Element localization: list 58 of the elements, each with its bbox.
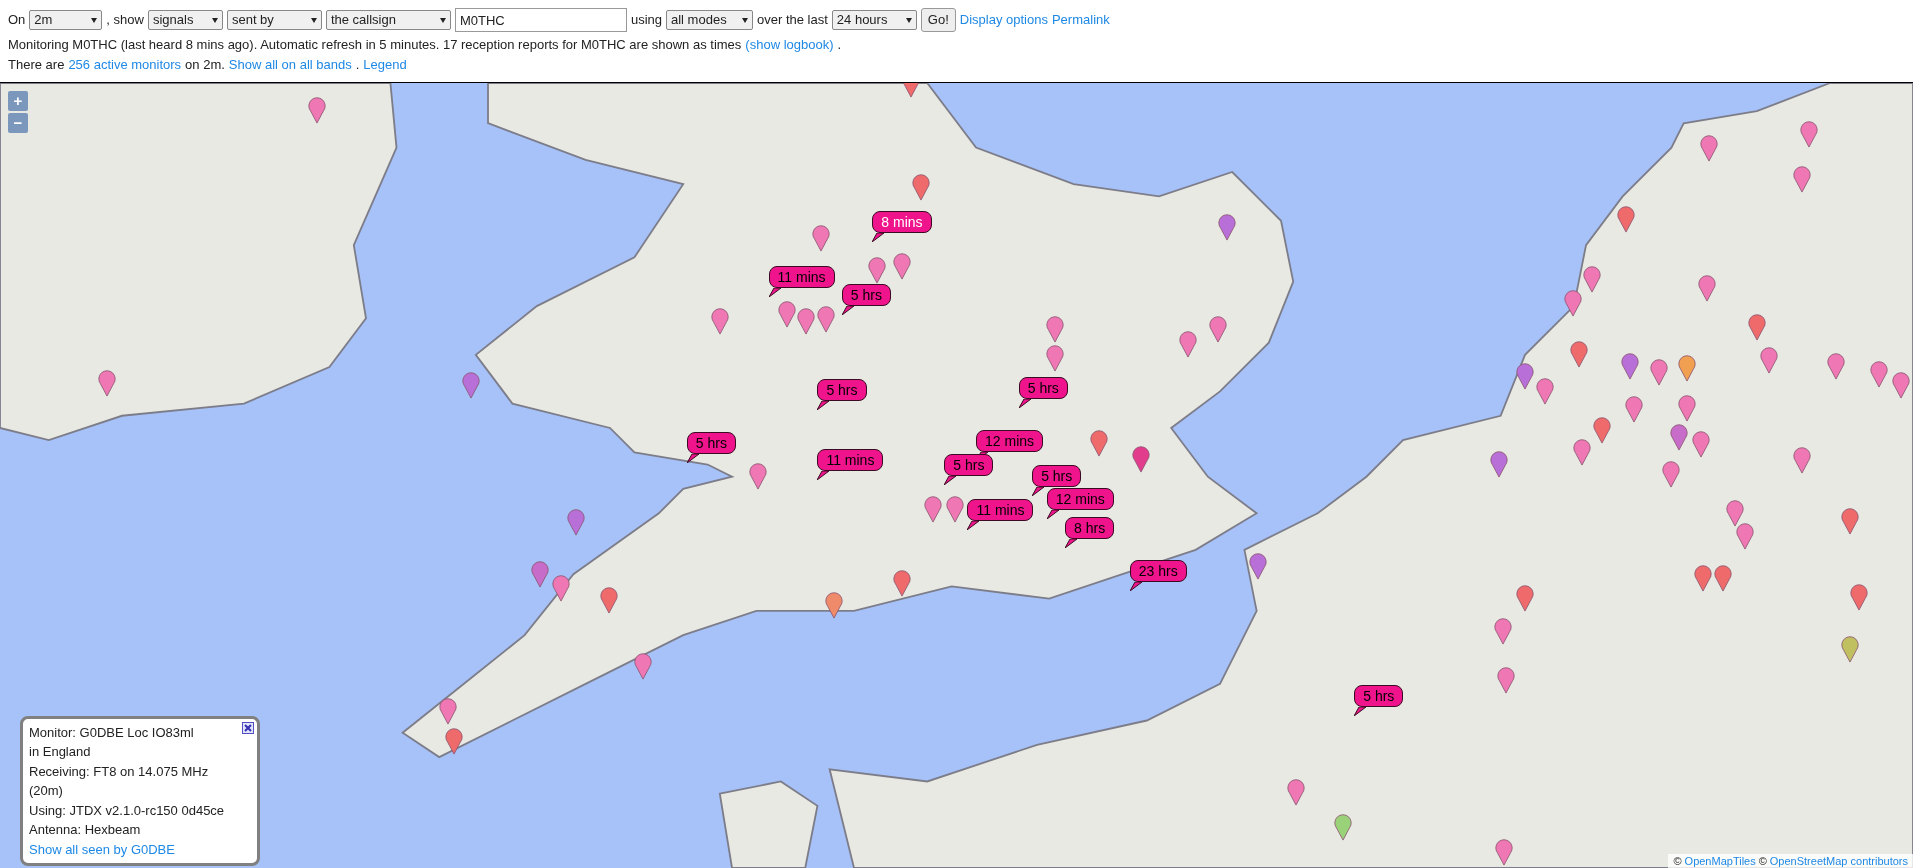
map-drawing[interactable] [0,83,1913,868]
dropdown[interactable]: sent by [226,10,322,30]
close-icon[interactable] [242,721,254,734]
dropdown-caret-icon [91,17,98,23]
toolbar-label: , show [106,11,144,30]
label-pointer-icon [967,520,980,530]
label-pointer-icon [841,306,854,316]
label-pointer-icon [768,287,781,297]
status-text: There are [8,57,65,72]
label-pointer-icon [686,453,699,463]
label-pointer-icon [1018,398,1031,408]
attribution-text: © [1673,854,1682,868]
attribution-text: © [1758,854,1767,868]
dropdown-caret-icon [211,17,218,23]
dropdown[interactable]: all modes [666,10,753,30]
toolbar-label: over the last [757,11,828,30]
zoom-out-button[interactable]: − [8,113,28,133]
dropdown-caret-icon [905,17,912,23]
dropdown-caret-icon [310,17,317,23]
link[interactable]: (show logbook) [745,37,834,52]
link[interactable]: Show all on all bands [228,57,352,72]
toolbar-link[interactable]: Display options [959,10,1048,30]
label-pointer-icon [1046,509,1059,519]
popup-text: Receiving: FT8 on 14.075 MHz (20m) [29,762,210,800]
dropdown-caret-icon [439,17,446,23]
label-pointer-icon [1129,581,1142,591]
dropdown[interactable]: 24 hours [831,10,917,30]
popup-text: Using: JTDX v2.1.0-rc150 0d45ce [29,801,226,820]
label-pointer-icon [817,470,830,480]
zoom-in-button[interactable]: + [8,91,28,111]
popup-text: Antenna: Hexbeam [29,821,142,839]
status-text: . [837,37,842,52]
label-pointer-icon [1032,486,1045,496]
go-button[interactable]: Go! [920,8,956,32]
callsign-input[interactable]: M0THC [454,8,627,32]
dropdown-caret-icon [742,17,748,23]
popup-text: Monitor: G0DBE Loc IO83ml [29,723,195,742]
toolbar-label: On [8,11,26,30]
label-pointer-icon [817,401,830,411]
dropdown[interactable]: the callsign [325,10,451,30]
link[interactable]: 256 active monitors [68,57,182,72]
label-pointer-icon [1065,538,1078,548]
label-pointer-icon [1354,707,1367,717]
dropdown[interactable]: 2m [29,10,103,30]
status-text: on 2m. [185,57,225,72]
attribution-link[interactable]: OpenMapTiles [1684,854,1756,868]
toolbar-label: using [630,11,662,30]
label-pointer-icon [944,475,957,485]
popup-text: in England [29,743,92,761]
attribution-link[interactable]: OpenStreetMap contributors [1769,854,1908,868]
status-text: Monitoring M0THC (last heard 8 mins ago). Automatic refresh in 5 minutes. 17 reception reports for M0THC are shown as times [8,37,742,52]
label-pointer-icon [872,233,885,242]
dropdown[interactable]: signals [147,10,223,30]
toolbar-link[interactable]: Permalink [1051,10,1110,30]
status-text: . [355,57,360,72]
popup-link[interactable]: Show all seen by G0DBE [29,839,175,859]
map-pin-icon[interactable] [868,256,887,285]
link[interactable]: Legend [363,57,407,72]
